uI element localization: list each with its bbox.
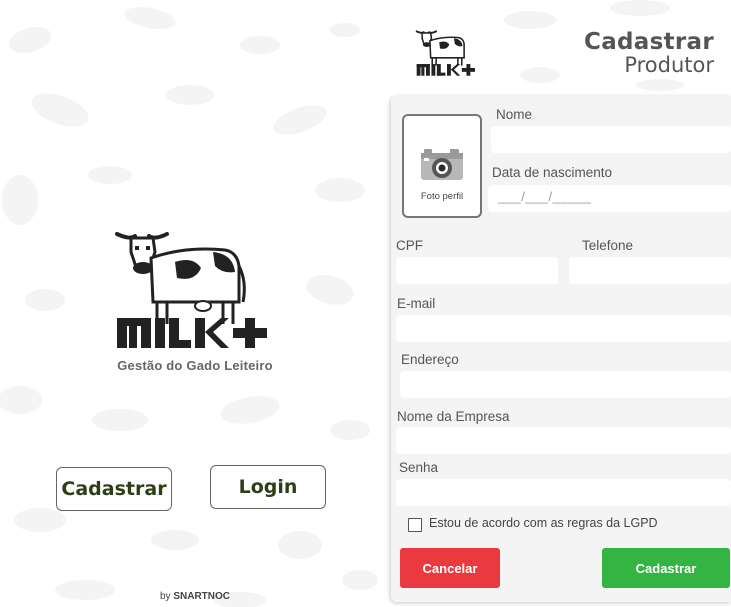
lgpd-checkbox[interactable] bbox=[408, 518, 422, 532]
password-label: Senha bbox=[399, 460, 439, 475]
name-input[interactable] bbox=[491, 126, 731, 153]
register-button[interactable]: Cadastrar bbox=[56, 467, 172, 511]
login-button[interactable]: Login bbox=[210, 465, 326, 509]
email-label: E-mail bbox=[397, 296, 436, 311]
milk-plus-logo-small bbox=[415, 30, 475, 76]
company-label: Nome da Empresa bbox=[397, 409, 510, 424]
page-title-line1: Cadastrar bbox=[584, 29, 714, 55]
cancel-button[interactable]: Cancelar bbox=[400, 548, 500, 588]
address-input[interactable] bbox=[400, 371, 731, 398]
phone-label: Telefone bbox=[582, 238, 634, 253]
birthdate-mask: ___/___/_____ bbox=[498, 189, 592, 204]
byline-prefix: by bbox=[160, 591, 171, 602]
page-title-line2: Produtor bbox=[624, 53, 714, 77]
byline: by SNARTNOC bbox=[160, 591, 230, 602]
cpf-label: CPF bbox=[396, 238, 423, 253]
submit-register-button[interactable]: Cadastrar bbox=[602, 548, 730, 588]
email-input[interactable] bbox=[396, 315, 731, 342]
photo-label: Foto perfil bbox=[420, 191, 464, 202]
cpf-input[interactable] bbox=[396, 257, 558, 284]
company-input[interactable] bbox=[396, 427, 731, 454]
tagline: Gestão do Gado Leiteiro bbox=[117, 358, 273, 373]
birthdate-input[interactable]: ___/___/_____ bbox=[488, 185, 731, 212]
lgpd-label: Estou de acordo com as regras da LGPD bbox=[429, 516, 658, 530]
address-label: Endereço bbox=[401, 352, 459, 367]
name-label: Nome bbox=[496, 107, 533, 122]
camera-icon bbox=[421, 149, 463, 180]
phone-input[interactable] bbox=[569, 257, 731, 284]
profile-photo-picker[interactable]: Foto perfil bbox=[402, 114, 482, 218]
milk-plus-logo bbox=[115, 232, 267, 348]
password-input[interactable] bbox=[396, 479, 731, 506]
byline-company: SNARTNOC bbox=[173, 591, 231, 602]
birthdate-label: Data de nascimento bbox=[492, 165, 613, 180]
